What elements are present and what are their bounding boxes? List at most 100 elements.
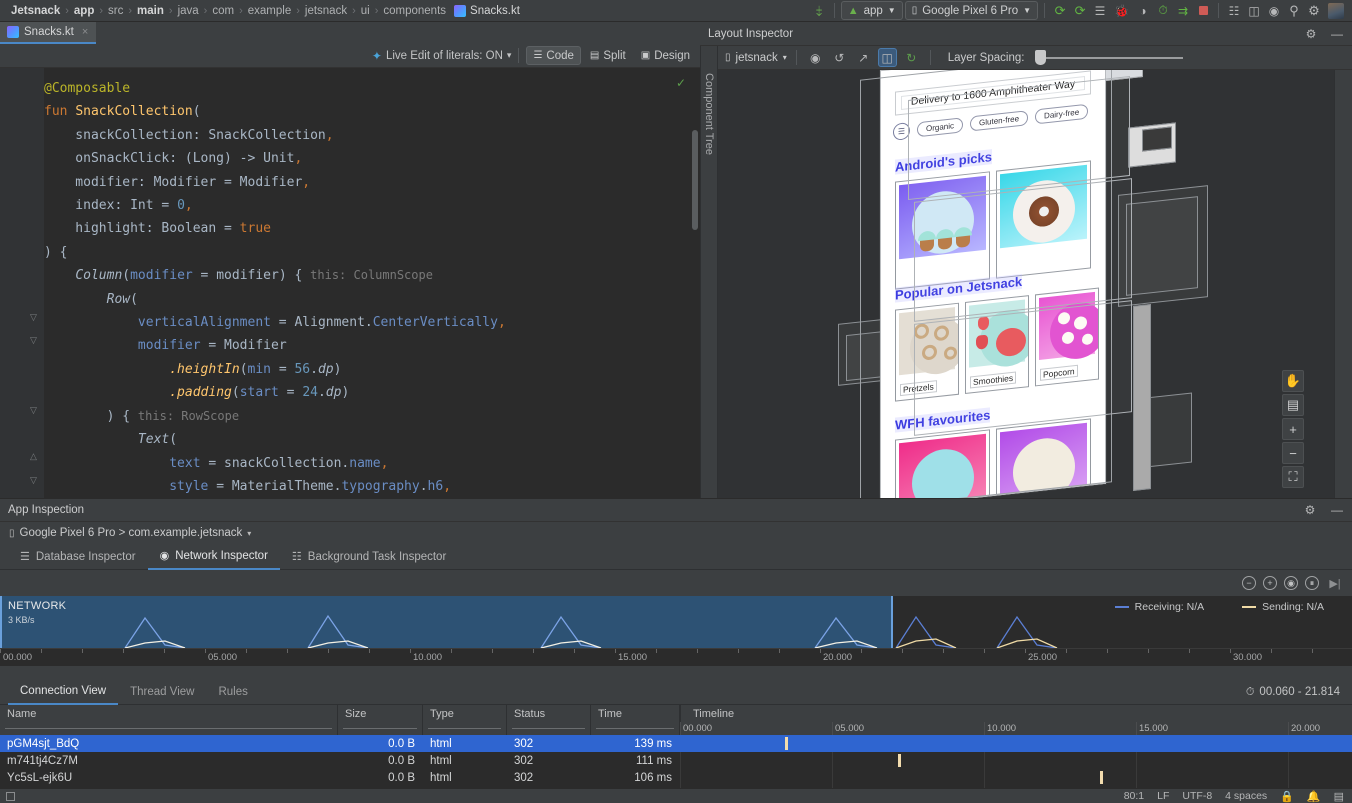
stop-icon[interactable] <box>1194 2 1212 20</box>
tab-rules[interactable]: Rules <box>206 680 259 705</box>
attach-live-icon[interactable]: ⏸ <box>1305 576 1319 590</box>
device-manager-icon[interactable]: ☷ <box>1225 2 1243 20</box>
filter-type[interactable] <box>423 722 507 735</box>
refresh-icon[interactable]: ↻ <box>902 48 921 67</box>
table-row[interactable]: Yc5sL-ejk6U 0.0 B html 302 106 ms <box>0 769 1352 786</box>
live-updates-icon[interactable]: ◫ <box>878 48 897 67</box>
debug-icon[interactable]: 🐞 <box>1111 2 1132 20</box>
apply-changes-icon[interactable]: ⟳ <box>1071 2 1089 20</box>
minimize-icon[interactable]: — <box>1328 501 1346 519</box>
editor-scrollbar[interactable] <box>692 130 698 230</box>
column-header-time[interactable]: Time <box>591 705 680 722</box>
tab-connection-view[interactable]: Connection View <box>8 680 118 705</box>
layer-spacing-slider[interactable] <box>1035 51 1183 65</box>
tab-database-inspector[interactable]: ☰ Database Inspector <box>8 544 148 570</box>
column-header-timeline[interactable]: Timeline <box>680 705 1352 722</box>
breadcrumb-item-components[interactable]: components <box>379 5 450 17</box>
snapshot-icon[interactable]: ↗ <box>854 48 873 67</box>
breadcrumb-item-main[interactable]: main <box>133 5 168 17</box>
rotate-3d-icon[interactable]: ↺ <box>830 48 849 67</box>
attach-debugger-icon[interactable]: ⇉ <box>1174 2 1192 20</box>
show-borders-icon[interactable]: ◉ <box>806 48 825 67</box>
lock-icon[interactable]: 🔒 <box>1280 790 1294 803</box>
memory-icon[interactable]: ▤ <box>1334 790 1344 803</box>
sdk-manager-icon[interactable]: ◉ <box>1265 2 1283 20</box>
hammer-icon[interactable]: ⤈ <box>810 2 828 20</box>
code-editor[interactable]: ✓ ▽ ▽ ▽ △ ▽ @Composable fun SnackCollect… <box>0 68 700 498</box>
filter-time[interactable] <box>591 722 680 735</box>
jump-to-live-icon[interactable]: ▶| <box>1326 574 1344 592</box>
zoom-out-icon[interactable]: − <box>1282 442 1304 464</box>
table-row[interactable]: m741tj4Cz7M 0.0 B html 302 111 ms <box>0 752 1352 769</box>
search-icon[interactable]: ⚲ <box>1285 2 1303 20</box>
mode-button-design[interactable]: ▣ Design <box>635 46 696 65</box>
attributes-panel-tab[interactable]: Attributes <box>1334 70 1352 498</box>
indent-setting[interactable]: 4 spaces <box>1225 790 1267 802</box>
app-inspection-device-row[interactable]: ▯ Google Pixel 6 Pro > com.example.jetsn… <box>0 522 1352 544</box>
breadcrumb-item-java[interactable]: java <box>174 5 203 17</box>
component-tree-tab[interactable]: Component Tree <box>700 46 718 498</box>
fold-marker[interactable]: ▽ <box>28 405 39 416</box>
column-header-name[interactable]: Name <box>0 705 338 722</box>
tab-network-inspector[interactable]: ◉ Network Inspector <box>148 544 280 570</box>
breadcrumb-item-app[interactable]: app <box>70 5 98 17</box>
gear-icon[interactable]: ⚙ <box>1301 501 1319 519</box>
filter-size[interactable] <box>338 722 423 735</box>
fold-marker[interactable]: ▽ <box>28 475 39 486</box>
minimize-icon[interactable]: — <box>1328 25 1346 43</box>
editor-tab-snacks[interactable]: Snacks.kt × <box>0 22 96 44</box>
breadcrumb-item-com[interactable]: com <box>208 5 238 17</box>
column-header-status[interactable]: Status <box>507 705 591 722</box>
breadcrumb-item-file[interactable]: Snacks.kt <box>450 5 524 17</box>
filter-name[interactable] <box>0 722 338 735</box>
fold-marker[interactable]: ▽ <box>28 335 39 346</box>
zoom-in-icon[interactable]: + <box>1263 576 1277 590</box>
profile-icon[interactable]: ◑ <box>1134 2 1152 20</box>
breadcrumb-item-jetsnack[interactable]: Jetsnack <box>7 5 64 17</box>
column-header-size[interactable]: Size <box>338 705 423 722</box>
run-configuration-selector[interactable]: ▲ app ▼ <box>841 1 903 20</box>
notification-icon[interactable]: 🔔 <box>1307 790 1321 803</box>
zoom-in-icon[interactable]: + <box>1282 418 1304 440</box>
network-chart[interactable]: NETWORK 3 KB/s Receiving: N/A Sending: N… <box>0 596 1352 648</box>
device-explorer-icon[interactable]: ◫ <box>1245 2 1263 20</box>
file-encoding[interactable]: UTF-8 <box>1182 790 1212 802</box>
select-mode-icon[interactable]: ▤ <box>1282 394 1304 416</box>
gear-icon[interactable]: ⚙ <box>1302 25 1320 43</box>
divider <box>1218 3 1219 18</box>
column-header-type[interactable]: Type <box>423 705 507 722</box>
tab-thread-view[interactable]: Thread View <box>118 680 206 705</box>
close-icon[interactable]: × <box>82 26 88 38</box>
breadcrumb-item-example[interactable]: example <box>244 5 295 17</box>
tab-background-task-inspector[interactable]: ☷ Background Task Inspector <box>280 544 458 570</box>
live-edit-toggle[interactable]: ✦ Live Edit of literals: ON ▾ <box>372 49 512 63</box>
zoom-fit-icon[interactable]: ⛶ <box>1282 466 1304 488</box>
filter-status[interactable] <box>507 722 591 735</box>
reset-zoom-icon[interactable]: ◉ <box>1284 576 1298 590</box>
mode-button-split[interactable]: ▤ Split <box>584 46 632 65</box>
breadcrumb-item-jetsnack-pkg[interactable]: jetsnack <box>301 5 351 17</box>
slider-knob[interactable] <box>1035 50 1046 65</box>
process-selector[interactable]: ▯ jetsnack ▾ <box>725 52 787 64</box>
fold-marker[interactable]: △ <box>28 451 39 462</box>
cell-status: 302 <box>507 769 591 786</box>
app-inspection-tabs: ☰ Database Inspector ◉ Network Inspector… <box>0 544 1352 570</box>
inspect-icon[interactable]: ⏱ <box>1154 2 1172 20</box>
breadcrumb-item-src[interactable]: src <box>104 5 127 17</box>
table-row[interactable]: pGM4sjt_BdQ 0.0 B html 302 139 ms <box>0 735 1352 752</box>
avatar[interactable] <box>1325 2 1347 20</box>
process-label: jetsnack <box>736 52 778 64</box>
layout-inspector-viewport[interactable]: Delivery to 1600 Amphitheater Way ☰ Orga… <box>718 70 1334 498</box>
pan-icon[interactable]: ✋ <box>1282 370 1304 392</box>
breadcrumb-item-ui[interactable]: ui <box>357 5 374 17</box>
caret-position[interactable]: 80:1 <box>1124 790 1144 802</box>
gear-icon[interactable]: ⚙ <box>1305 2 1323 20</box>
fold-marker[interactable]: ▽ <box>28 312 39 323</box>
run-icon[interactable]: ⟳ <box>1051 2 1069 20</box>
apply-code-changes-icon[interactable]: ☰ <box>1091 2 1109 20</box>
zoom-out-icon[interactable]: − <box>1242 576 1256 590</box>
device-selector[interactable]: ▯ Google Pixel 6 Pro ▼ <box>905 1 1038 20</box>
mode-button-code[interactable]: ☰ Code <box>526 46 580 65</box>
line-separator[interactable]: LF <box>1157 790 1169 802</box>
event-log-icon[interactable] <box>6 792 15 801</box>
